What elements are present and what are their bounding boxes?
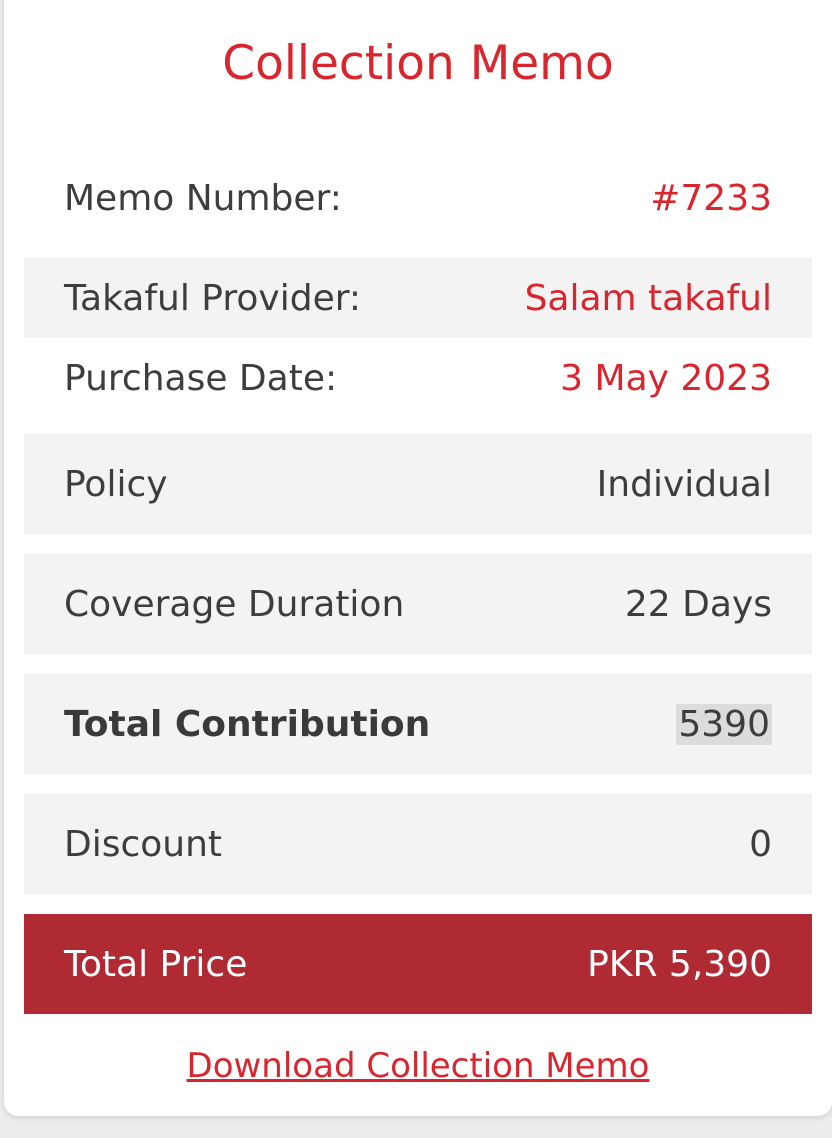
logo-text: bazaar	[372, 0, 544, 6]
total-contribution-label: Total Contribution	[64, 703, 431, 745]
collection-memo-card: bazaar Collection Memo Memo Number: #723…	[4, 0, 832, 1116]
policy-value: Individual	[596, 463, 772, 505]
policy-row: Policy Individual	[24, 434, 812, 534]
coverage-duration-label: Coverage Duration	[64, 583, 405, 625]
discount-value: 0	[749, 823, 772, 865]
discount-row: Discount 0	[24, 794, 812, 894]
coverage-duration-row: Coverage Duration 22 Days	[24, 554, 812, 654]
policy-label: Policy	[64, 463, 168, 505]
purchase-date-value: 3 May 2023	[560, 357, 772, 399]
bazaar-logo: bazaar	[304, 0, 544, 6]
total-contribution-row: Total Contribution 5390	[24, 674, 812, 774]
takaful-provider-value: Salam takaful	[524, 277, 772, 319]
total-price-value: PKR 5,390	[587, 943, 772, 985]
memo-number-value: #7233	[650, 177, 772, 219]
discount-label: Discount	[64, 823, 223, 865]
takaful-provider-row: Takaful Provider: Salam takaful	[24, 258, 812, 338]
page-title: Collection Memo	[222, 36, 614, 91]
memo-number-label: Memo Number:	[64, 177, 342, 219]
purchase-date-label: Purchase Date:	[64, 357, 338, 399]
total-price-bar: Total Price PKR 5,390	[24, 914, 812, 1014]
total-price-label: Total Price	[64, 943, 248, 985]
download-memo-link[interactable]: Download Collection Memo	[4, 1046, 832, 1086]
purchase-date-row: Purchase Date: 3 May 2023	[24, 338, 812, 418]
memo-number-row: Memo Number: #7233	[24, 158, 812, 238]
coverage-duration-value: 22 Days	[624, 583, 772, 625]
total-contribution-value: 5390	[676, 703, 772, 745]
takaful-provider-label: Takaful Provider:	[64, 277, 362, 319]
